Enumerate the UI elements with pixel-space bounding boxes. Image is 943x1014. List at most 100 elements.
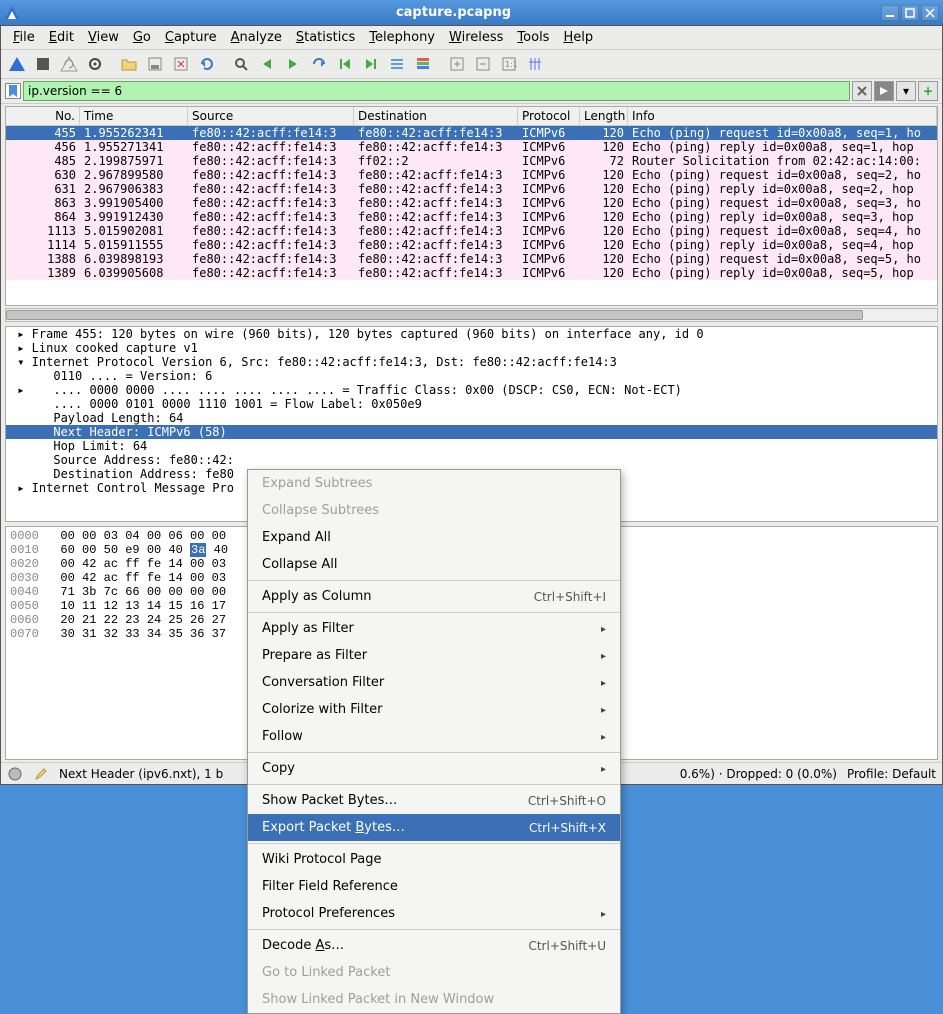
window-titlebar: capture.pcapng xyxy=(0,0,943,25)
find-packet-button[interactable] xyxy=(229,52,253,76)
menu-item-expand-subtrees: Expand Subtrees xyxy=(248,470,620,497)
packet-list-header[interactable]: No. Time Source Destination Protocol Len… xyxy=(6,107,937,126)
menu-item-collapse-all[interactable]: Collapse All xyxy=(248,551,620,578)
colorize-button[interactable] xyxy=(411,52,435,76)
stop-capture-button[interactable] xyxy=(31,52,55,76)
detail-row[interactable]: .... 0000 0101 0000 1110 1001 = Flow Lab… xyxy=(6,397,937,411)
menu-capture[interactable]: Capture xyxy=(159,28,223,47)
menu-view[interactable]: View xyxy=(82,28,125,47)
col-length[interactable]: Length xyxy=(580,107,628,125)
filter-bookmark-button[interactable] xyxy=(5,83,21,99)
filter-apply-button[interactable] xyxy=(874,81,894,101)
packet-row[interactable]: 4852.199875971fe80::42:acff:fe14:3ff02::… xyxy=(6,154,937,168)
detail-row[interactable]: ▸ .... 0000 0000 .... .... .... .... ...… xyxy=(6,383,937,397)
go-to-packet-button[interactable] xyxy=(307,52,331,76)
close-file-button[interactable] xyxy=(169,52,193,76)
display-filter-bar: ▾ + xyxy=(1,79,942,104)
packet-row[interactable]: 11145.015911555fe80::42:acff:fe14:3fe80:… xyxy=(6,238,937,252)
menu-item-follow[interactable]: Follow xyxy=(248,723,620,750)
display-filter-input[interactable] xyxy=(23,81,850,101)
start-capture-button[interactable] xyxy=(5,52,29,76)
menu-item-decode-as[interactable]: Decode As…Ctrl+Shift+U xyxy=(248,932,620,959)
col-time[interactable]: Time xyxy=(80,107,188,125)
menu-item-expand-all[interactable]: Expand All xyxy=(248,524,620,551)
menu-analyze[interactable]: Analyze xyxy=(225,28,288,47)
open-file-button[interactable] xyxy=(117,52,141,76)
menu-item-colorize-with-filter[interactable]: Colorize with Filter xyxy=(248,696,620,723)
col-protocol[interactable]: Protocol xyxy=(518,107,580,125)
go-last-button[interactable] xyxy=(359,52,383,76)
menu-separator xyxy=(248,929,620,930)
go-forward-button[interactable] xyxy=(281,52,305,76)
detail-row[interactable]: Hop Limit: 64 xyxy=(6,439,937,453)
zoom-out-button[interactable] xyxy=(471,52,495,76)
col-no[interactable]: No. xyxy=(6,107,80,125)
menu-item-filter-field-reference[interactable]: Filter Field Reference xyxy=(248,873,620,900)
filter-clear-button[interactable] xyxy=(852,81,872,101)
menu-item-apply-as-filter[interactable]: Apply as Filter xyxy=(248,615,620,642)
restart-capture-button[interactable] xyxy=(57,52,81,76)
resize-columns-button[interactable] xyxy=(523,52,547,76)
menu-file[interactable]: File xyxy=(7,28,41,47)
packet-row[interactable]: 6312.967906383fe80::42:acff:fe14:3fe80::… xyxy=(6,182,937,196)
menu-go[interactable]: Go xyxy=(127,28,157,47)
edit-capture-comment-button[interactable] xyxy=(33,766,49,782)
status-profile[interactable]: Profile: Default xyxy=(847,767,936,781)
context-menu[interactable]: Expand SubtreesCollapse SubtreesExpand A… xyxy=(247,469,621,1014)
packet-row[interactable]: 11135.015902081fe80::42:acff:fe14:3fe80:… xyxy=(6,224,937,238)
packet-row[interactable]: 4561.955271341fe80::42:acff:fe14:3fe80::… xyxy=(6,140,937,154)
detail-row[interactable]: 0110 .... = Version: 6 xyxy=(6,369,937,383)
auto-scroll-button[interactable] xyxy=(385,52,409,76)
menu-item-show-linked-packet-in-new-window: Show Linked Packet in New Window xyxy=(248,986,620,1013)
packet-list-hscrollbar[interactable] xyxy=(5,308,938,322)
window-title: capture.pcapng xyxy=(26,5,881,20)
col-source[interactable]: Source xyxy=(188,107,354,125)
menu-help[interactable]: Help xyxy=(557,28,599,47)
menu-edit[interactable]: Edit xyxy=(43,28,80,47)
save-file-button[interactable] xyxy=(143,52,167,76)
packet-row[interactable]: 13886.039898193fe80::42:acff:fe14:3fe80:… xyxy=(6,252,937,266)
menu-item-protocol-preferences[interactable]: Protocol Preferences xyxy=(248,900,620,927)
detail-row[interactable]: Source Address: fe80::42: xyxy=(6,453,937,467)
packet-row[interactable]: 13896.039905608fe80::42:acff:fe14:3fe80:… xyxy=(6,266,937,280)
go-back-button[interactable] xyxy=(255,52,279,76)
packet-row[interactable]: 8643.991912430fe80::42:acff:fe14:3fe80::… xyxy=(6,210,937,224)
menu-item-copy[interactable]: Copy xyxy=(248,755,620,782)
menu-item-wiki-protocol-page[interactable]: Wiki Protocol Page xyxy=(248,846,620,873)
menu-item-conversation-filter[interactable]: Conversation Filter xyxy=(248,669,620,696)
zoom-in-button[interactable] xyxy=(445,52,469,76)
filter-add-button[interactable]: + xyxy=(918,81,938,101)
menu-item-export-packet-bytes[interactable]: Export Packet Bytes…Ctrl+Shift+X xyxy=(248,814,620,841)
menu-statistics[interactable]: Statistics xyxy=(290,28,361,47)
menu-wireless[interactable]: Wireless xyxy=(443,28,509,47)
detail-row[interactable]: ▸ Frame 455: 120 bytes on wire (960 bits… xyxy=(6,327,937,341)
packet-row[interactable]: 4551.955262341fe80::42:acff:fe14:3fe80::… xyxy=(6,126,937,140)
col-info[interactable]: Info xyxy=(628,107,937,125)
menu-tools[interactable]: Tools xyxy=(511,28,555,47)
packet-list[interactable]: No. Time Source Destination Protocol Len… xyxy=(5,106,938,306)
menu-item-apply-as-column[interactable]: Apply as ColumnCtrl+Shift+I xyxy=(248,583,620,610)
app-icon xyxy=(4,5,20,21)
menu-item-prepare-as-filter[interactable]: Prepare as Filter xyxy=(248,642,620,669)
detail-row[interactable]: Next Header: ICMPv6 (58) xyxy=(6,425,937,439)
go-first-button[interactable] xyxy=(333,52,357,76)
filter-history-button[interactable]: ▾ xyxy=(896,81,916,101)
window-minimize-button[interactable] xyxy=(881,5,899,21)
packet-row[interactable]: 8633.991905400fe80::42:acff:fe14:3fe80::… xyxy=(6,196,937,210)
zoom-reset-button[interactable]: 1:1 xyxy=(497,52,521,76)
menu-item-collapse-subtrees: Collapse Subtrees xyxy=(248,497,620,524)
detail-row[interactable]: ▾ Internet Protocol Version 6, Src: fe80… xyxy=(6,355,937,369)
detail-row[interactable]: Payload Length: 64 xyxy=(6,411,937,425)
capture-options-button[interactable] xyxy=(83,52,107,76)
menu-separator xyxy=(248,612,620,613)
expert-info-button[interactable] xyxy=(7,766,23,782)
menu-telephony[interactable]: Telephony xyxy=(363,28,441,47)
window-maximize-button[interactable] xyxy=(901,5,919,21)
detail-row[interactable]: ▸ Linux cooked capture v1 xyxy=(6,341,937,355)
col-destination[interactable]: Destination xyxy=(354,107,518,125)
scrollbar-thumb[interactable] xyxy=(6,310,863,320)
menu-item-show-packet-bytes[interactable]: Show Packet Bytes…Ctrl+Shift+O xyxy=(248,787,620,814)
reload-file-button[interactable] xyxy=(195,52,219,76)
packet-row[interactable]: 6302.967899580fe80::42:acff:fe14:3fe80::… xyxy=(6,168,937,182)
window-close-button[interactable] xyxy=(921,5,939,21)
